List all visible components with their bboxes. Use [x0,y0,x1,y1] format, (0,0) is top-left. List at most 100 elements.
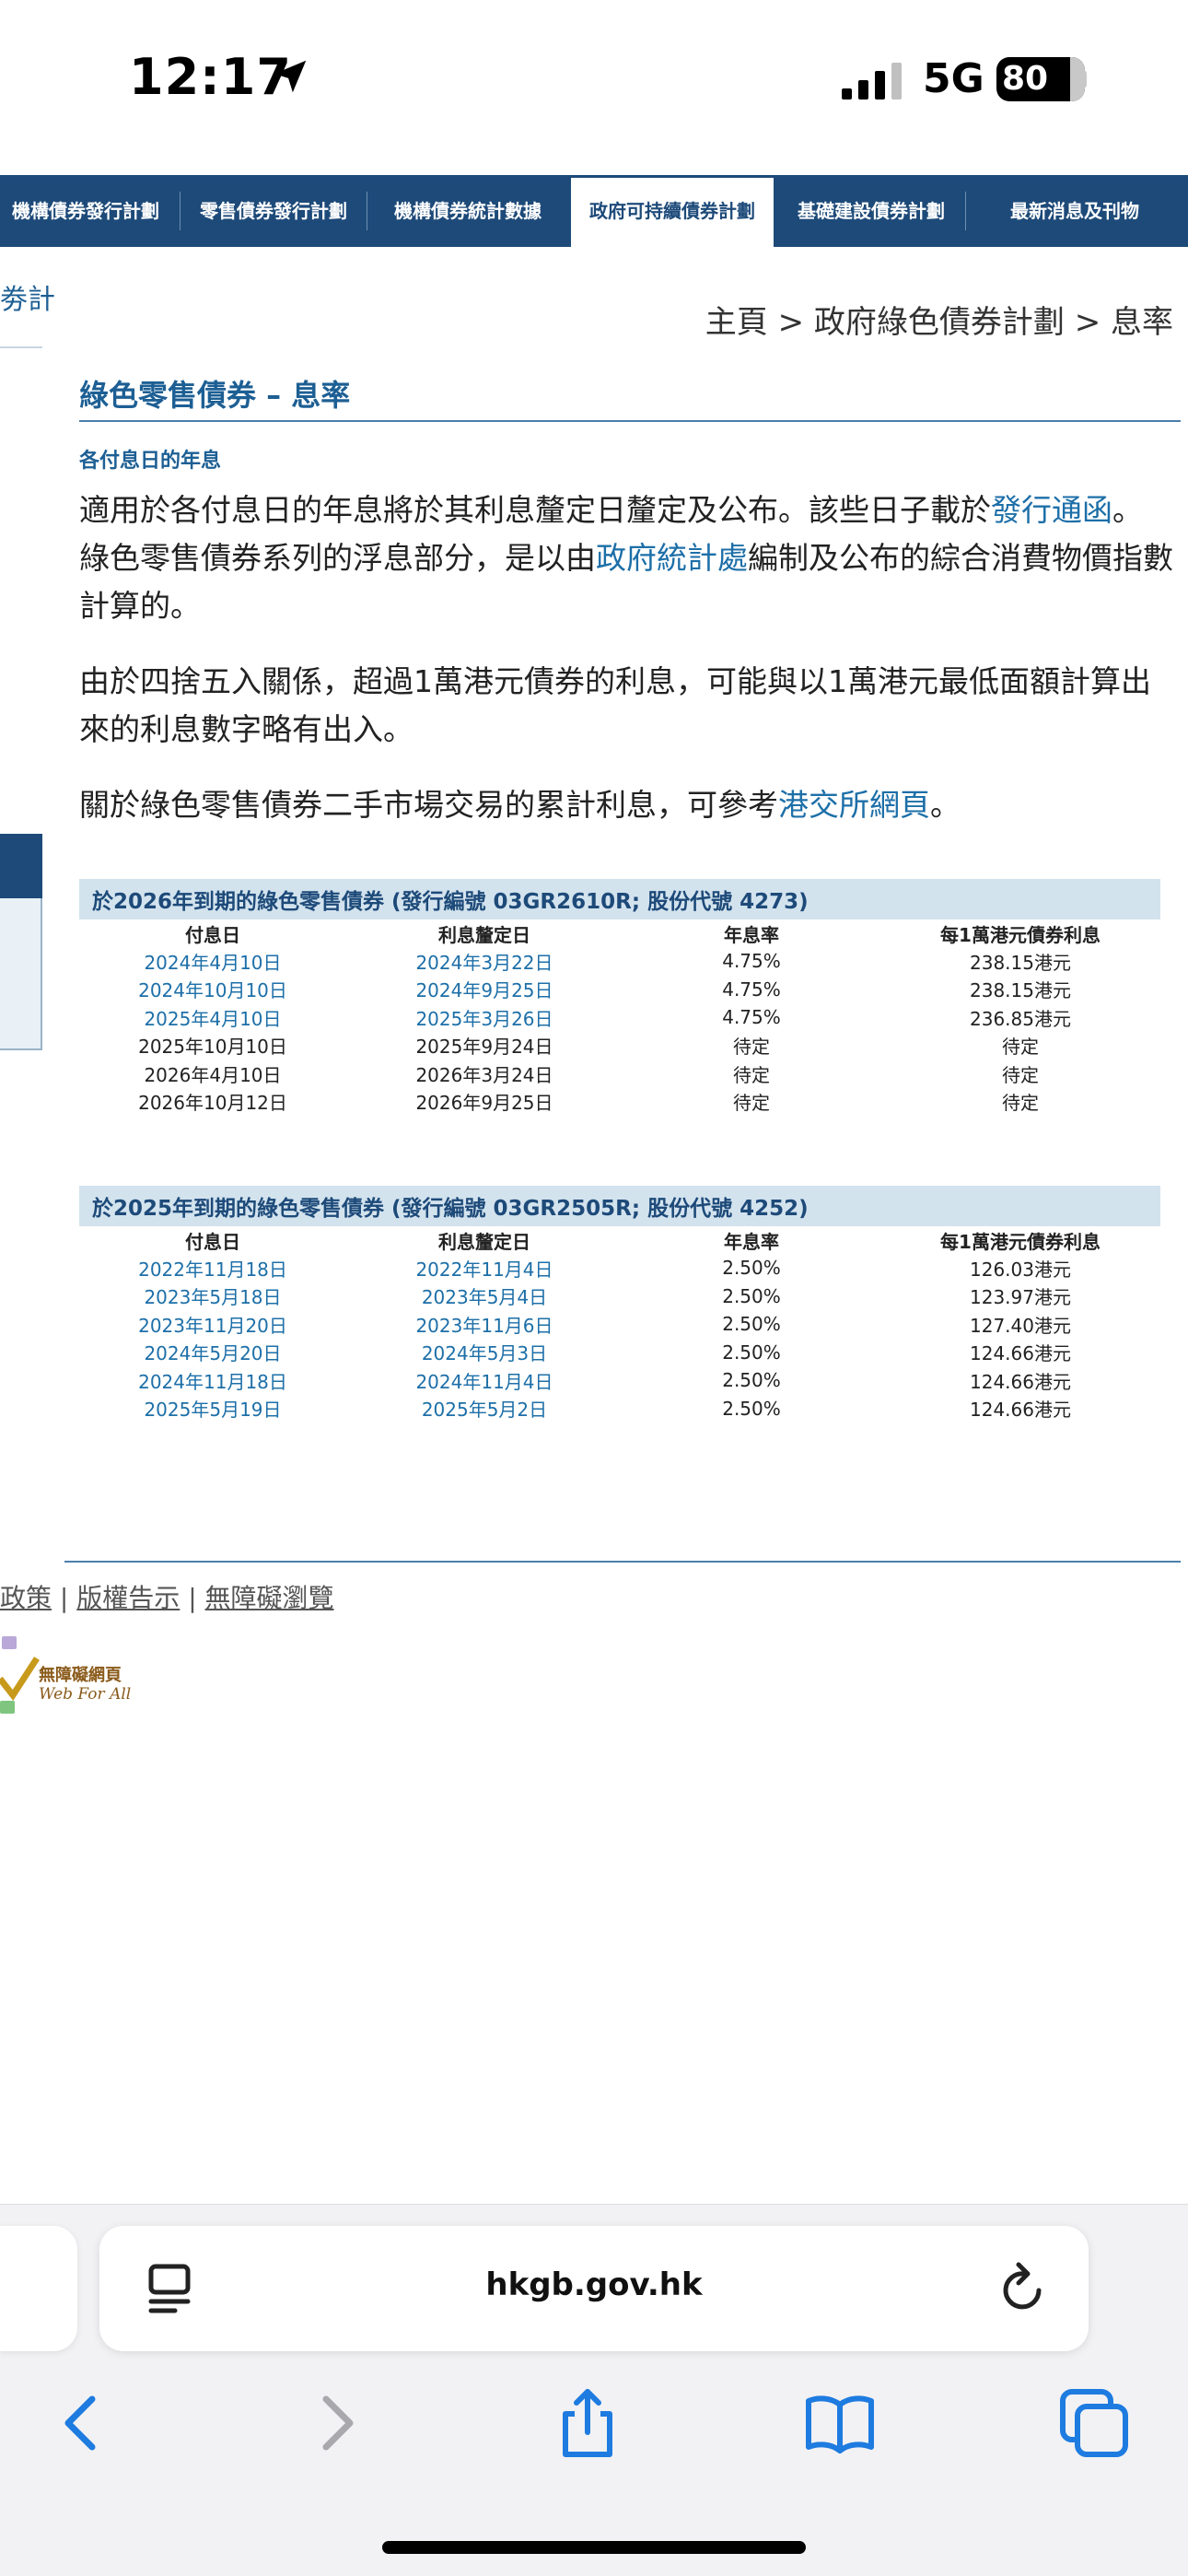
payment-date-link[interactable]: 2025年5月19日 [79,1395,346,1423]
rate-cell: 2.50% [722,1369,781,1392]
fixing-date-link[interactable]: 2024年11月4日 [346,1366,623,1395]
para-text: 關於綠色零售債券二手市場交易的累計利息，可參考 [79,787,778,823]
fixing-date-link[interactable]: 2022年11月4日 [346,1254,623,1282]
issue-circular-link[interactable]: 發行通函 [991,492,1112,528]
nav-tab-institutional-statistics[interactable]: 機構債券統計數據 [374,175,562,247]
payment-date-link[interactable]: 2025年4月10日 [79,1003,346,1032]
payment-date-link[interactable]: 2023年5月18日 [79,1282,346,1311]
fixing-date-cell: 2026年9月25日 [415,1092,553,1115]
rate-cell: 2.50% [722,1284,781,1307]
sidebar-box-header[interactable] [0,834,42,898]
payment-date-cell: 2025年10月10日 [138,1036,287,1059]
interest-cell: 238.15港元 [970,979,1071,1002]
fixing-date-link[interactable]: 2025年5月2日 [346,1395,623,1423]
footer-links: 政策 | 版權告示 | 無障礙瀏覽 [0,1578,334,1615]
table-caption: 於2026年到期的綠色零售債券 (發行編號 03GR2610R; 股份代號 42… [79,879,1160,919]
intro-paragraph: 適用於各付息日的年息將於其利息釐定日釐定及公布。該些日子載於發行通函。 綠色零售… [79,486,1181,630]
sidebar-item-fragment[interactable]: 劵計 [0,276,55,317]
interest-cell: 124.66港元 [970,1399,1071,1422]
interest-table-2026: 於2026年到期的綠色零售債券 (發行編號 03GR2610R; 股份代號 42… [79,879,1160,1116]
tabs-icon[interactable] [1057,2386,1131,2460]
fixing-date-link[interactable]: 2024年5月3日 [346,1339,623,1367]
fixing-date-cell: 2025年9月24日 [415,1036,553,1059]
fixing-date-link[interactable]: 2023年5月4日 [346,1282,623,1311]
rate-cell: 2.50% [722,1397,781,1420]
url-text[interactable]: hkgb.gov.hk [99,2266,1089,2303]
table-row: 2026年4月10日 2026年3月24日 待定 待定 [79,1060,1160,1088]
battery-icon: 80 [996,57,1085,101]
breadcrumb[interactable]: 主頁 > 政府綠色債券計劃 > 息率 [705,297,1173,342]
rate-cell: 2.50% [722,1341,781,1364]
web-for-all-badge-icon[interactable]: 無障礙網頁 Web For All [0,1636,138,1719]
interest-cell: 126.03港元 [970,1258,1071,1281]
location-arrow-icon [274,60,307,93]
reload-icon[interactable] [993,2259,1052,2318]
bookmarks-icon[interactable] [803,2386,877,2460]
census-statistics-link[interactable]: 政府統計處 [596,540,748,576]
column-header: 每1萬港元債券利息 [940,1230,1101,1253]
nav-tab-news-publications[interactable]: 最新消息及刊物 [980,175,1170,247]
table-row: 2024年5月20日 2024年5月3日 2.50% 124.66港元 [79,1339,1160,1367]
para-text: 。 [930,787,961,823]
battery-cap [1079,70,1087,88]
home-indicator[interactable] [382,2541,806,2554]
network-label: 5G [923,55,984,102]
nav-tab-retail-issuance[interactable]: 零售債券發行計劃 [188,175,359,247]
column-header: 付息日 [185,1230,240,1253]
fixing-date-link[interactable]: 2024年9月25日 [346,976,623,1004]
nav-tab-institutional-issuance[interactable]: 機構債券發行計劃 [0,175,171,247]
payment-date-link[interactable]: 2024年10月10日 [79,976,346,1004]
nav-tab-infrastructure-bond[interactable]: 基礎建設債券計劃 [779,175,963,247]
rate-cell: 待定 [733,1036,770,1059]
rate-cell: 2.50% [722,1257,781,1280]
share-icon[interactable] [551,2386,624,2460]
table-row: 2025年5月19日 2025年5月2日 2.50% 124.66港元 [79,1395,1160,1423]
interest-cell: 127.40港元 [970,1314,1071,1337]
hkex-link[interactable]: 港交所網頁 [778,787,930,823]
nav-tab-sustainable-bond[interactable]: 政府可持續債券計劃 [571,175,774,247]
payment-date-link[interactable]: 2022年11月18日 [79,1254,346,1282]
forward-icon[interactable] [300,2386,374,2460]
interest-table-2025: 於2025年到期的綠色零售債券 (發行編號 03GR2505R; 股份代號 42… [79,1186,1160,1423]
back-icon[interactable] [44,2386,118,2460]
sidebar-divider [0,346,42,348]
column-header: 利息釐定日 [438,923,530,946]
page-title: 綠色零售債券 – 息率 [79,369,1181,422]
rate-cell: 2.50% [722,1313,781,1336]
table-row: 2024年10月10日 2024年9月25日 4.75% 238.15港元 [79,976,1160,1004]
payment-date-link[interactable]: 2023年11月20日 [79,1310,346,1339]
previous-tab-card[interactable] [0,2226,77,2351]
badge-subtext: Web For All [39,1685,131,1704]
fixing-date-link[interactable]: 2024年3月22日 [346,947,623,976]
interest-cell: 123.97港元 [970,1286,1071,1309]
table-row: 2024年4月10日 2024年3月22日 4.75% 238.15港元 [79,947,1160,976]
rate-cell: 4.75% [722,950,781,973]
privacy-policy-link[interactable]: 政策 [0,1583,52,1613]
rate-cell: 待定 [733,1063,770,1086]
accessibility-link[interactable]: 無障礙瀏覽 [205,1583,334,1613]
interest-cell: 124.66港元 [970,1370,1071,1393]
rounding-paragraph: 由於四捨五入關係，超過1萬港元債券的利息，可能與以1萬港元最低面額計算出來的利息… [79,663,1151,747]
section-title: 各付息日的年息 [79,450,222,473]
table-row: 2023年5月18日 2023年5月4日 2.50% 123.97港元 [79,1282,1160,1311]
table-caption: 於2025年到期的綠色零售債券 (發行編號 03GR2505R; 股份代號 42… [79,1186,1160,1226]
payment-date-link[interactable]: 2024年4月10日 [79,947,346,976]
payment-date-link[interactable]: 2024年5月20日 [79,1339,346,1367]
table-row: 2024年11月18日 2024年11月4日 2.50% 124.66港元 [79,1366,1160,1395]
table-row: 2023年11月20日 2023年11月6日 2.50% 127.40港元 [79,1310,1160,1339]
footer-separator: | [188,1583,197,1613]
column-header: 付息日 [185,923,240,946]
top-nav: 機構債券發行計劃 零售債券發行計劃 機構債券統計數據 政府可持續債券計劃 基礎建… [0,175,1188,247]
column-header: 年息率 [724,923,779,946]
payment-date-link[interactable]: 2024年11月18日 [79,1366,346,1395]
fixing-date-link[interactable]: 2025年3月26日 [346,1003,623,1032]
table-row: 2026年10月12日 2026年9月25日 待定 待定 [79,1088,1160,1117]
column-header: 年息率 [724,1230,779,1253]
fixing-date-link[interactable]: 2023年11月6日 [346,1310,623,1339]
table-row: 2025年10月10日 2025年9月24日 待定 待定 [79,1032,1160,1060]
address-bar[interactable]: hkgb.gov.hk [99,2226,1089,2351]
accrued-interest-paragraph: 關於綠色零售債券二手市場交易的累計利息，可參考港交所網頁。 [79,781,1181,829]
badge-text: 無障礙網頁 [39,1665,122,1685]
cellular-signal-icon [842,63,902,100]
copyright-notice-link[interactable]: 版權告示 [76,1583,180,1613]
